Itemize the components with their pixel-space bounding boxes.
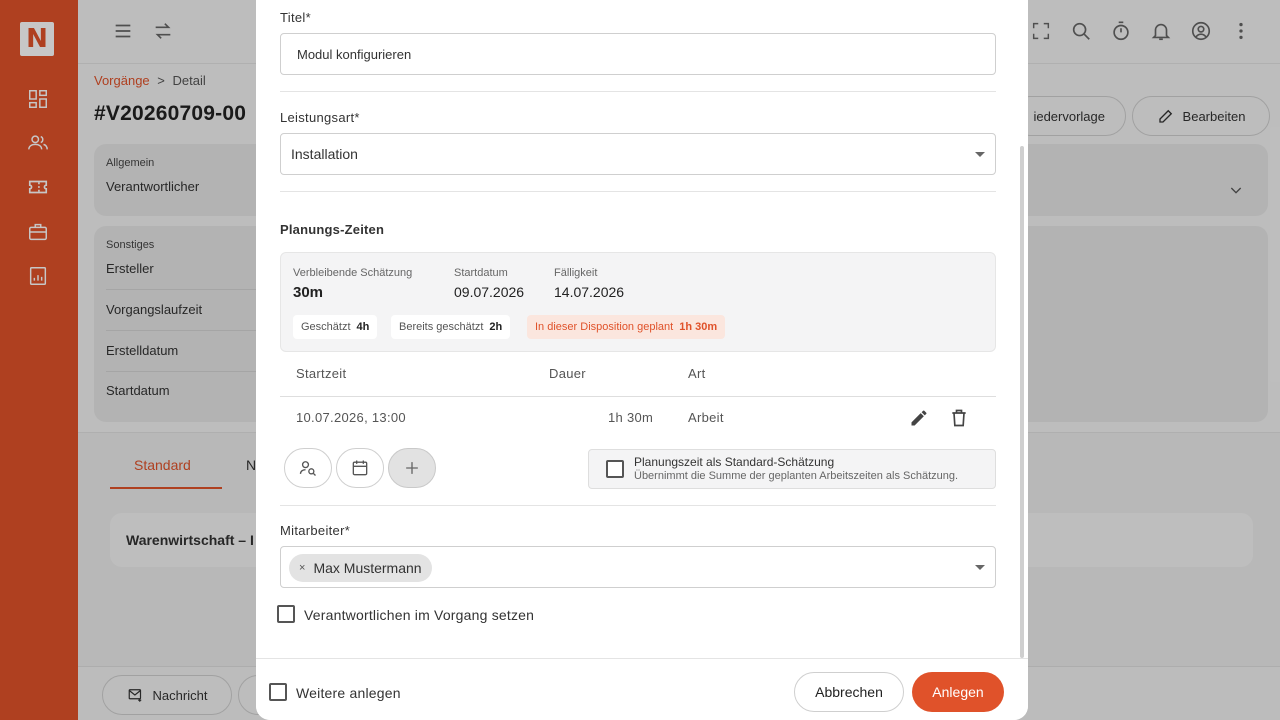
set-responsible-checkbox[interactable]: [277, 605, 295, 623]
planned-chip-label: In dieser Disposition geplant: [535, 321, 674, 333]
planning-heading: Planungs-Zeiten: [280, 222, 385, 237]
already-estimated-chip-value: 2h: [489, 321, 503, 333]
create-more-checkbox[interactable]: [269, 683, 287, 701]
standard-estimate-checkbox[interactable]: [606, 460, 624, 478]
cancel-button[interactable]: Abbrechen: [794, 672, 904, 712]
row-duration: 1h 30m: [608, 410, 654, 425]
set-responsible-label[interactable]: Verantwortlichen im Vorgang setzen: [304, 607, 534, 623]
standard-estimate-option[interactable]: Planungszeit als Standard-Schätzung Über…: [588, 449, 996, 489]
planning-summary: Verbleibende Schätzung 30m Startdatum 09…: [280, 252, 996, 352]
divider: [280, 91, 996, 92]
plus-icon: [406, 462, 418, 474]
create-dialog: Titel* Modul konfigurieren Leistungsart*…: [256, 0, 1028, 720]
column-header-type[interactable]: Art: [688, 366, 706, 381]
title-input[interactable]: Modul konfigurieren: [280, 33, 996, 75]
divider: [280, 505, 996, 506]
title-label: Titel*: [280, 10, 311, 25]
dropdown-caret-icon[interactable]: [975, 565, 985, 570]
dropdown-caret-icon: [975, 152, 985, 157]
start-date-value: 09.07.2026: [454, 284, 525, 300]
employee-chip-label: Max Mustermann: [313, 560, 422, 576]
person-search-icon: [299, 461, 316, 476]
service-type-select[interactable]: Installation: [280, 133, 996, 175]
estimated-chip-value: 4h: [356, 321, 370, 333]
already-estimated-chip-label: Bereits geschätzt: [399, 321, 484, 333]
planned-in-disposition-chip: In dieser Disposition geplant 1h 30m: [527, 315, 726, 339]
column-header-start[interactable]: Startzeit: [296, 366, 346, 381]
table-divider: [280, 396, 996, 397]
employee-chip: × Max Mustermann: [289, 554, 432, 582]
estimated-chip: Geschätzt 4h: [293, 315, 378, 339]
start-date-label: Startdatum: [454, 267, 508, 279]
chip-remove-icon[interactable]: ×: [299, 562, 305, 574]
assign-person-button[interactable]: [284, 448, 332, 488]
divider: [280, 191, 996, 192]
title-input-value: Modul konfigurieren: [297, 46, 412, 62]
estimated-chip-label: Geschätzt: [301, 321, 351, 333]
already-estimated-chip: Bereits geschätzt 2h: [391, 315, 511, 339]
service-type-value: Installation: [291, 146, 358, 162]
employee-select[interactable]: × Max Mustermann: [280, 546, 996, 588]
standard-estimate-title: Planungszeit als Standard-Schätzung: [634, 455, 835, 469]
remaining-estimate-value: 30m: [293, 284, 324, 301]
planned-chip-value: 1h 30m: [679, 321, 718, 333]
service-type-label: Leistungsart*: [280, 110, 360, 125]
due-date-value: 14.07.2026: [554, 284, 625, 300]
row-type: Arbeit: [688, 410, 724, 425]
add-time-button[interactable]: [388, 448, 436, 488]
delete-trash-icon[interactable]: [947, 406, 971, 430]
create-button[interactable]: Anlegen: [912, 672, 1004, 712]
calendar-button[interactable]: [336, 448, 384, 488]
due-date-label: Fälligkeit: [554, 267, 598, 279]
modal-scrollbar[interactable]: [1020, 146, 1024, 658]
edit-pencil-icon[interactable]: [907, 406, 931, 430]
remaining-estimate-label: Verbleibende Schätzung: [293, 267, 413, 279]
employee-label: Mitarbeiter*: [280, 523, 351, 538]
calendar-icon: [352, 460, 368, 476]
standard-estimate-subtitle: Übernimmt die Summe der geplanten Arbeit…: [634, 470, 959, 482]
row-start-time: 10.07.2026, 13:00: [296, 410, 406, 425]
dialog-footer: Weitere anlegen Abbrechen Anlegen: [256, 658, 1028, 720]
create-more-label[interactable]: Weitere anlegen: [296, 685, 401, 701]
column-header-duration[interactable]: Dauer: [549, 366, 586, 381]
